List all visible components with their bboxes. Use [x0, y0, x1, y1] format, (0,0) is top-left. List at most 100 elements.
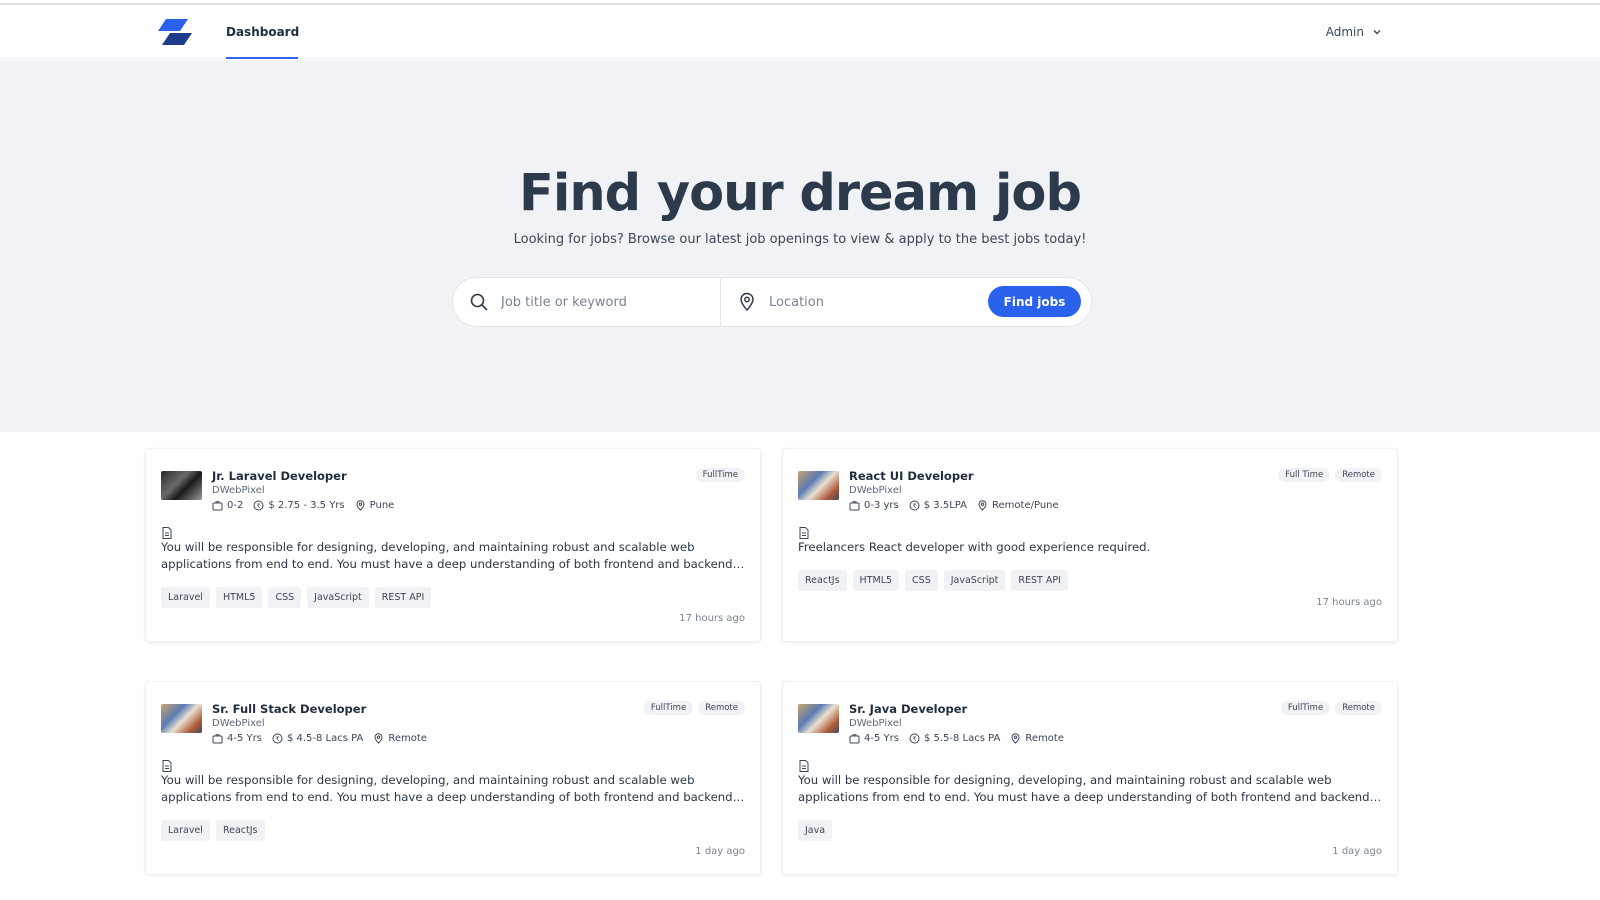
job-type-badge: FullTime	[643, 701, 694, 715]
svg-text:₹: ₹	[913, 736, 917, 743]
job-card[interactable]: Sr. Full Stack Developer DWebPixel 4-5 Y…	[145, 681, 761, 875]
location-pin-icon	[978, 500, 987, 511]
skill-tag: JavaScript	[307, 587, 369, 608]
job-type-badge: Full Time	[1278, 468, 1331, 482]
job-card[interactable]: React UI Developer DWebPixel 0-3 yrs ₹ $ …	[782, 448, 1398, 642]
keyword-input[interactable]	[501, 294, 701, 310]
job-location: Remote	[1025, 733, 1064, 744]
skill-tag: Java	[798, 820, 833, 841]
job-experience: 4-5 Yrs	[864, 733, 899, 744]
skill-tags: Java	[798, 820, 833, 841]
nav-link-dashboard[interactable]: Dashboard	[226, 5, 299, 59]
location-pin-icon	[356, 500, 365, 511]
skill-tag: CSS	[268, 587, 302, 608]
location-pin-icon	[740, 292, 754, 312]
job-location: Remote/Pune	[992, 500, 1059, 511]
skill-tag: Laravel	[161, 820, 210, 841]
search-divider	[720, 278, 721, 326]
job-type-badges: Full Time Remote	[1278, 468, 1382, 482]
job-card[interactable]: Jr. Laravel Developer DWebPixel 0-2 ₹ $ 2…	[145, 448, 761, 642]
chevron-down-icon	[1373, 30, 1381, 35]
search-icon	[470, 293, 488, 311]
job-salary: $ 3.5LPA	[923, 500, 968, 511]
job-type-badge: Remote	[1335, 701, 1382, 715]
briefcase-icon	[849, 501, 860, 511]
location-pin-icon	[1011, 733, 1020, 744]
company-name: DWebPixel	[212, 485, 265, 496]
job-type-badge: FullTime	[1280, 701, 1331, 715]
skill-tags: Laravel ReactJs	[161, 820, 265, 841]
job-search-bar: Find jobs	[452, 277, 1092, 327]
document-icon	[799, 760, 809, 772]
skill-tag: REST API	[1011, 570, 1068, 591]
skill-tags: Laravel HTML5 CSS JavaScript REST API	[161, 587, 432, 608]
hero: Find your dream job Looking for jobs? Br…	[0, 60, 1600, 432]
job-type-badges: FullTime Remote	[1280, 701, 1382, 715]
job-type-badge: Remote	[698, 701, 745, 715]
skill-tag: REST API	[374, 587, 432, 608]
skill-tag: HTML5	[215, 587, 263, 608]
job-type-badges: FullTime	[695, 468, 745, 482]
job-type-badge: FullTime	[695, 468, 745, 482]
job-experience: 0-3 yrs	[864, 500, 899, 511]
job-title[interactable]: Jr. Laravel Developer	[212, 469, 347, 483]
company-thumbnail	[161, 704, 202, 733]
skill-tag: ReactJs	[798, 570, 847, 591]
location-field	[737, 278, 987, 326]
document-icon	[162, 760, 172, 772]
keyword-field	[469, 278, 719, 326]
job-description: Freelancers React developer with good ex…	[798, 540, 1151, 554]
job-type-badges: FullTime Remote	[643, 701, 745, 715]
currency-icon: ₹	[272, 733, 283, 744]
hero-title: Find your dream job	[519, 164, 1082, 223]
job-meta: 0-2 ₹ $ 2.75 - 3.5 Yrs Pune	[212, 500, 394, 511]
job-card[interactable]: Sr. Java Developer DWebPixel 4-5 Yrs ₹ $ …	[782, 681, 1398, 875]
posted-time: 1 day ago	[1332, 846, 1382, 857]
skill-tag: ReactJs	[215, 820, 265, 841]
company-thumbnail	[798, 704, 839, 733]
job-meta: 0-3 yrs ₹ $ 3.5LPA Remote/Pune	[849, 500, 1059, 511]
svg-text:₹: ₹	[257, 503, 261, 510]
job-description: You will be responsible for designing, d…	[161, 540, 733, 571]
svg-text:₹: ₹	[912, 503, 916, 510]
find-jobs-button[interactable]: Find jobs	[988, 286, 1081, 317]
company-thumbnail	[161, 471, 202, 500]
job-meta: 4-5 Yrs ₹ $ 5.5-8 Lacs PA Remote	[849, 733, 1064, 744]
job-title[interactable]: Sr. Full Stack Developer	[212, 702, 366, 716]
job-location: Remote	[388, 733, 427, 744]
navbar: Dashboard Admin	[0, 5, 1600, 59]
briefcase-icon	[212, 734, 223, 744]
skill-tags: ReactJs HTML5 CSS JavaScript REST API	[798, 570, 1068, 591]
job-experience: 0-2	[227, 500, 244, 511]
job-title[interactable]: React UI Developer	[849, 469, 974, 483]
company-name: DWebPixel	[849, 485, 902, 496]
location-input[interactable]	[769, 294, 969, 310]
hero-subtitle: Looking for jobs? Browse our latest job …	[513, 232, 1087, 247]
job-salary: $ 2.75 - 3.5 Yrs	[268, 500, 345, 511]
job-title[interactable]: Sr. Java Developer	[849, 702, 967, 716]
job-experience: 4-5 Yrs	[227, 733, 262, 744]
skill-tag: HTML5	[852, 570, 900, 591]
job-meta: 4-5 Yrs ₹ $ 4.5-8 Lacs PA Remote	[212, 733, 427, 744]
company-name: DWebPixel	[212, 718, 265, 729]
document-icon	[799, 527, 809, 539]
user-menu-label: Admin	[1325, 25, 1364, 39]
job-type-badge: Remote	[1335, 468, 1382, 482]
skill-tag: JavaScript	[943, 570, 1006, 591]
svg-text:₹: ₹	[276, 736, 280, 743]
company-name: DWebPixel	[849, 718, 902, 729]
logo[interactable]	[158, 19, 192, 45]
job-salary: $ 4.5-8 Lacs PA	[286, 733, 364, 744]
posted-time: 17 hours ago	[1316, 597, 1382, 608]
job-description: You will be responsible for designing, d…	[161, 773, 733, 804]
posted-time: 1 day ago	[695, 846, 745, 857]
currency-icon: ₹	[253, 500, 264, 511]
job-description: You will be responsible for designing, d…	[798, 773, 1370, 804]
job-location: Pune	[369, 500, 395, 511]
document-icon	[162, 527, 172, 539]
posted-time: 17 hours ago	[679, 613, 745, 624]
company-thumbnail	[798, 471, 839, 500]
location-pin-icon	[374, 733, 383, 744]
briefcase-icon	[849, 734, 860, 744]
user-menu[interactable]: Admin	[1326, 5, 1382, 59]
